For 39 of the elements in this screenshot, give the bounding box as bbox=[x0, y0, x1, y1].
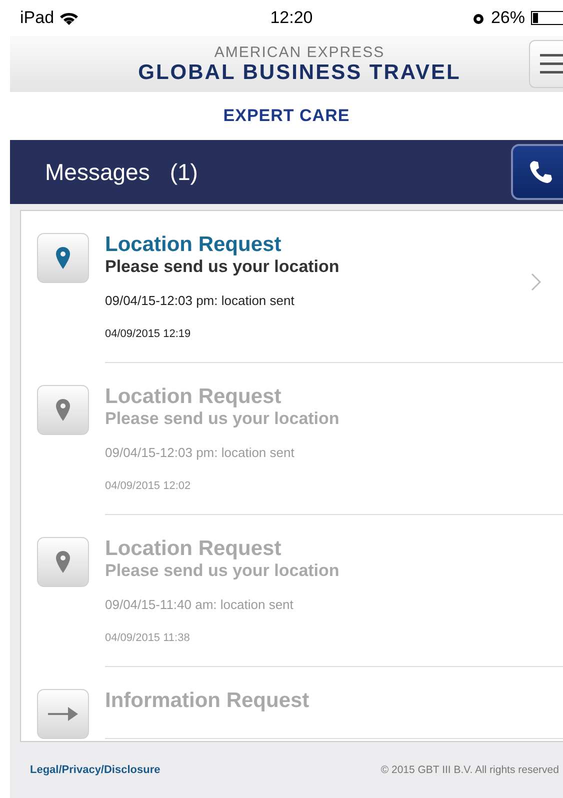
message-subtitle: Please send us your location bbox=[105, 561, 340, 581]
section-title: EXPERT CARE bbox=[222, 105, 351, 127]
call-button[interactable] bbox=[511, 144, 563, 200]
brand-name: GLOBAL BUSINESS TRAVEL bbox=[138, 60, 461, 84]
device-name: iPad bbox=[20, 8, 54, 28]
alarm-icon bbox=[472, 12, 485, 24]
message-detail: 09/04/15-12:03 pm: location sent bbox=[105, 293, 296, 308]
message-date: 04/09/2015 11:38 bbox=[105, 632, 191, 644]
arrow-icon bbox=[48, 707, 78, 721]
message-title: Location Request bbox=[105, 385, 282, 409]
phone-icon bbox=[529, 160, 553, 184]
message-item[interactable]: Location Request Please send us your location 09/04/15-12:03 pm: location sent 04/09/2015 12:19 bbox=[21, 211, 563, 363]
battery-percent: 26% bbox=[490, 8, 525, 28]
chevron-icon bbox=[531, 273, 541, 291]
battery-icon bbox=[530, 11, 563, 25]
map-pin-icon bbox=[56, 551, 70, 573]
message-subtitle: Please send us your location bbox=[105, 257, 340, 277]
message-title: Location Request bbox=[105, 537, 282, 561]
menu-icon bbox=[540, 54, 563, 74]
message-date: 04/09/2015 12:19 bbox=[105, 328, 192, 340]
brand-top-text: AMERICAN EXPRESS bbox=[214, 44, 385, 60]
message-item[interactable]: Information Request bbox=[21, 667, 563, 739]
message-date: 04/09/2015 12:02 bbox=[105, 480, 192, 492]
copyright-text: © 2015 GBT III B.V. All rights reserved bbox=[380, 764, 559, 776]
message-detail: 09/04/15-12:03 pm: location sent bbox=[105, 445, 296, 460]
message-item[interactable]: Location Request Please send us your location 09/04/15-12:03 pm: location sent 04/09/2015 12:02 bbox=[21, 363, 563, 515]
clock-time: 12:20 bbox=[270, 8, 313, 28]
map-pin-icon bbox=[56, 247, 70, 269]
message-title: Location Request bbox=[105, 233, 282, 257]
wifi-icon bbox=[60, 12, 78, 24]
legal-link[interactable]: Legal/Privacy/Disclosure bbox=[30, 764, 160, 776]
message-item[interactable]: Location Request Please send us your location 09/04/15-11:40 am: location sent 04/09/2015 11:38 bbox=[21, 515, 563, 667]
menu-button[interactable] bbox=[529, 40, 563, 88]
message-detail: 09/04/15-11:40 am: location sent bbox=[105, 597, 294, 612]
map-pin-icon bbox=[56, 399, 70, 421]
message-title: Information Request bbox=[105, 689, 310, 713]
message-count: (1) bbox=[170, 158, 198, 184]
messages-title: Messages bbox=[45, 158, 150, 184]
message-subtitle: Please send us your location bbox=[105, 409, 340, 429]
